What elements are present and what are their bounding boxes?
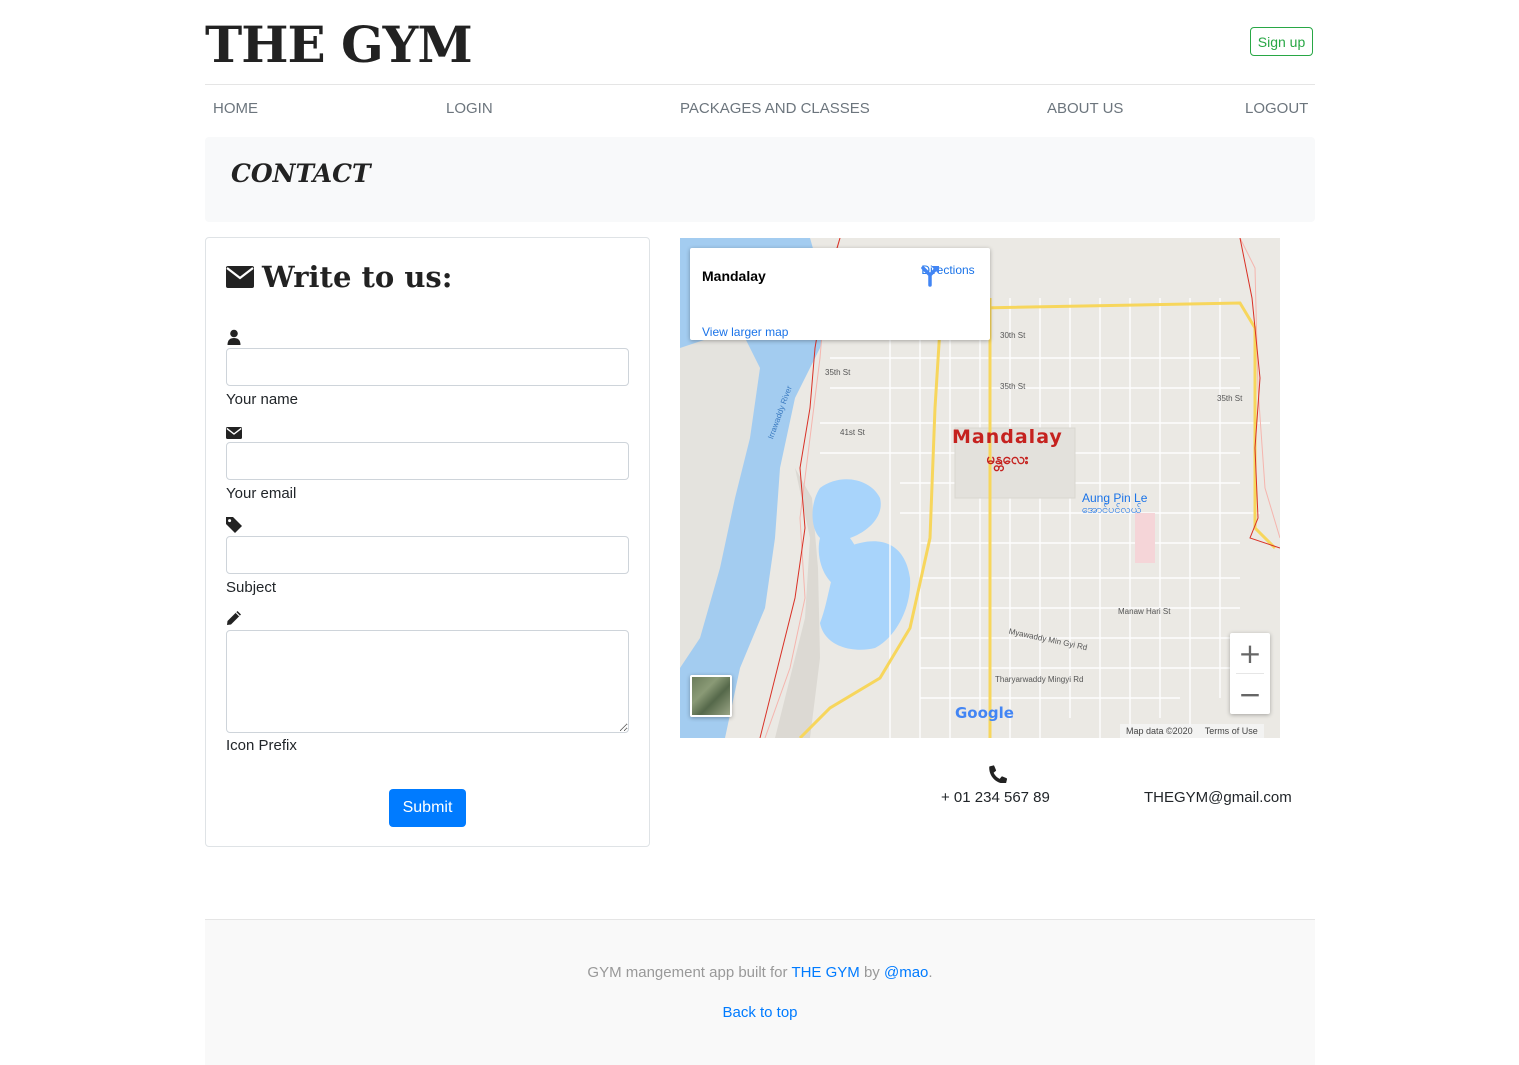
form-title-text: Write to us: xyxy=(262,260,453,294)
nav-home[interactable]: HOME xyxy=(213,100,258,117)
zoom-out-button[interactable]: − xyxy=(1230,674,1270,714)
map-city-label-local: မန္တလေး xyxy=(986,450,1029,468)
tag-icon xyxy=(226,517,242,533)
user-icon xyxy=(227,329,241,345)
name-label: Your name xyxy=(226,391,298,408)
map-street-label: 35th St xyxy=(1217,394,1243,403)
footer-text-prefix: GYM mangement app built for xyxy=(587,964,788,981)
map-poi-label[interactable]: Aung Pin Le အောင်ပင်လယ် xyxy=(1082,492,1147,516)
google-logo: Google xyxy=(955,704,1014,722)
footer-text-suffix: . xyxy=(928,964,933,981)
map-street-label: 35th St xyxy=(1000,382,1026,391)
map-street-label: 41st St xyxy=(840,428,865,437)
map-attribution: Map data ©2020 Terms of Use xyxy=(1120,724,1264,738)
map-street-label: Tharyarwaddy Mingyi Rd xyxy=(995,675,1084,684)
subject-input[interactable] xyxy=(226,536,629,574)
nav-login[interactable]: LOGIN xyxy=(446,100,493,117)
page-title: CONTACT xyxy=(231,159,371,188)
brand-logo[interactable]: THE GYM xyxy=(205,14,473,76)
map-poi-label-en: Aung Pin Le xyxy=(1082,491,1148,505)
map-street-label: 35th St xyxy=(825,368,851,377)
name-input[interactable] xyxy=(226,348,629,386)
map-terms-link[interactable]: Terms of Use xyxy=(1205,726,1258,736)
footer-back-to-top: Back to top xyxy=(205,1004,1315,1021)
footer-author-link[interactable]: @mao xyxy=(884,964,928,981)
map-city-label-en: Mandalay xyxy=(952,426,1063,448)
subject-label: Subject xyxy=(226,579,277,596)
header-divider xyxy=(205,84,1315,85)
form-title: Write to us: xyxy=(226,260,452,294)
main-nav: HOME LOGIN PACKAGES AND CLASSES ABOUT US… xyxy=(205,100,1315,120)
nav-logout[interactable]: LOGOUT xyxy=(1245,100,1308,117)
footer-gym-link[interactable]: THE GYM xyxy=(791,964,859,981)
signup-button[interactable]: Sign up xyxy=(1250,27,1313,56)
map-city-label: Mandalay မန္တလေး xyxy=(952,426,1063,472)
map-street-label: 30th St xyxy=(1000,331,1026,340)
view-larger-map-link[interactable]: View larger map xyxy=(702,325,788,339)
pencil-icon xyxy=(227,611,241,625)
footer-text-by: by xyxy=(863,964,880,981)
directions-button[interactable]: Directions xyxy=(918,263,978,287)
satellite-view-toggle[interactable] xyxy=(690,675,732,717)
submit-button[interactable]: Submit xyxy=(389,789,466,827)
directions-icon xyxy=(921,266,939,287)
envelope-icon xyxy=(226,266,254,288)
email-input[interactable] xyxy=(226,442,629,480)
message-label: Icon Prefix xyxy=(226,737,297,754)
map-place-name: Mandalay xyxy=(702,268,766,284)
envelope-icon xyxy=(226,427,242,439)
message-textarea[interactable] xyxy=(226,630,629,733)
map-poi-label-local: အောင်ပင်လယ် xyxy=(1082,504,1142,516)
contact-form-card: Write to us: Your name Your email Subjec… xyxy=(205,237,650,847)
phone-icon xyxy=(989,765,1007,783)
map-embed[interactable]: Mandalay Directions View larger map Mand… xyxy=(680,238,1280,738)
map-zoom-control: + − xyxy=(1230,633,1270,714)
zoom-in-button[interactable]: + xyxy=(1230,633,1270,673)
map-street-label: Manaw Hari St xyxy=(1118,607,1171,616)
contact-email: THEGYM@gmail.com xyxy=(1144,789,1292,806)
footer-credit: GYM mangement app built for THE GYM by @… xyxy=(205,964,1315,981)
map-attribution-text: Map data ©2020 xyxy=(1126,726,1193,736)
page-footer: GYM mangement app built for THE GYM by @… xyxy=(205,919,1315,1065)
page-header: CONTACT xyxy=(205,137,1315,222)
nav-packages-and-classes[interactable]: PACKAGES AND CLASSES xyxy=(680,100,870,117)
map-info-window: Mandalay Directions View larger map xyxy=(690,248,990,340)
contact-phone: + 01 234 567 89 xyxy=(941,789,1050,806)
email-label: Your email xyxy=(226,485,297,502)
nav-about-us[interactable]: ABOUT US xyxy=(1047,100,1123,117)
back-to-top-link[interactable]: Back to top xyxy=(722,1004,797,1021)
